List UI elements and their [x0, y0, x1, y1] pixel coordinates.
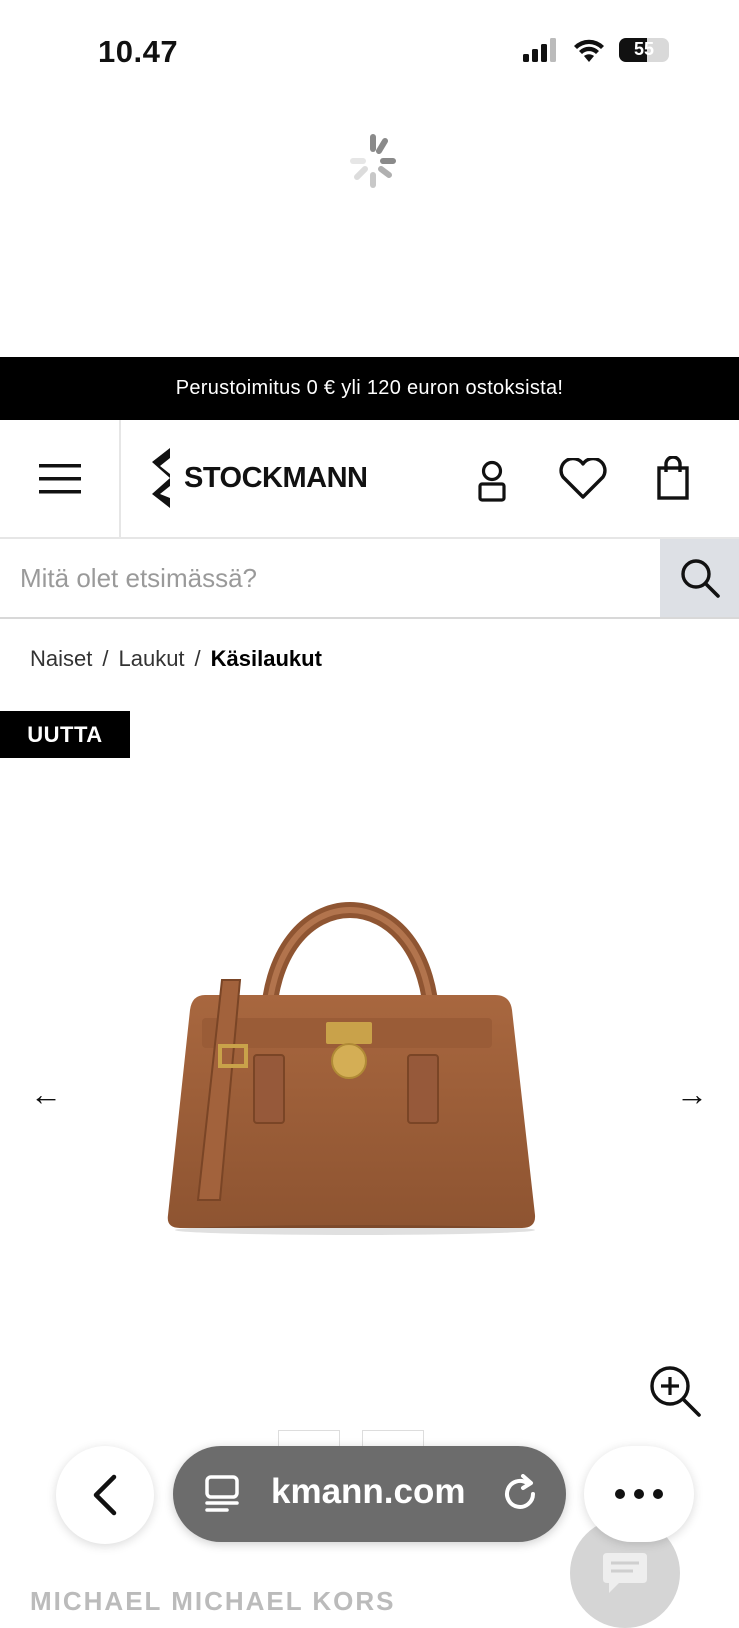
product-image[interactable]: [150, 860, 580, 1250]
logo-text: STOCKMANN: [184, 461, 368, 494]
breadcrumb-link-laukut[interactable]: Laukut: [118, 646, 184, 672]
menu-icon: [38, 463, 81, 493]
new-badge: UUTTA: [0, 711, 130, 758]
status-bar: 10.47 55: [0, 0, 739, 110]
url-text: kmann.com: [271, 1472, 466, 1511]
stockmann-logo-icon: [152, 448, 170, 508]
browser-back-button[interactable]: [56, 1446, 154, 1544]
breadcrumb-separator: /: [194, 646, 201, 671]
loading-spinner: [350, 134, 396, 188]
signal-icon: [523, 38, 556, 62]
breadcrumb: Naiset / Laukut / Käsilaukut: [30, 646, 322, 672]
back-icon: [93, 1474, 117, 1516]
stockmann-logo[interactable]: STOCKMANN: [150, 448, 368, 508]
breadcrumb-separator: /: [102, 646, 109, 671]
product-title: MICHAEL MICHAEL KORS: [30, 1586, 396, 1616]
breadcrumb-link-naiset[interactable]: Naiset: [30, 646, 92, 672]
search-button[interactable]: [660, 539, 739, 617]
status-icons: 55: [523, 38, 669, 62]
more-button[interactable]: [584, 1446, 694, 1542]
address-bar[interactable]: kmann.com: [173, 1446, 566, 1542]
search-icon: [680, 559, 720, 598]
chat-icon: [603, 1553, 647, 1593]
battery-icon: 55: [619, 38, 669, 62]
tabs-icon: [205, 1475, 239, 1512]
account-icon[interactable]: [476, 460, 508, 502]
heart-icon[interactable]: [558, 458, 608, 500]
zoom-in-icon[interactable]: [648, 1364, 702, 1418]
prev-image-button[interactable]: ←: [30, 1076, 62, 1113]
reload-icon[interactable]: [501, 1474, 541, 1514]
battery-percentage: 55: [633, 39, 655, 59]
next-image-button[interactable]: →: [676, 1076, 708, 1113]
status-time: 10.47: [98, 34, 179, 69]
promo-banner[interactable]: Perustoimitus 0 € yli 120 euron ostoksis…: [0, 357, 739, 420]
site-header: STOCKMANN: [0, 420, 739, 539]
search-bar: [0, 539, 739, 619]
breadcrumb-current: Käsilaukut: [210, 646, 322, 671]
shopping-bag-icon[interactable]: [656, 456, 690, 500]
menu-button[interactable]: [0, 420, 121, 537]
search-input[interactable]: [0, 539, 659, 617]
wifi-icon: [574, 39, 604, 62]
more-icon: [615, 1489, 663, 1499]
